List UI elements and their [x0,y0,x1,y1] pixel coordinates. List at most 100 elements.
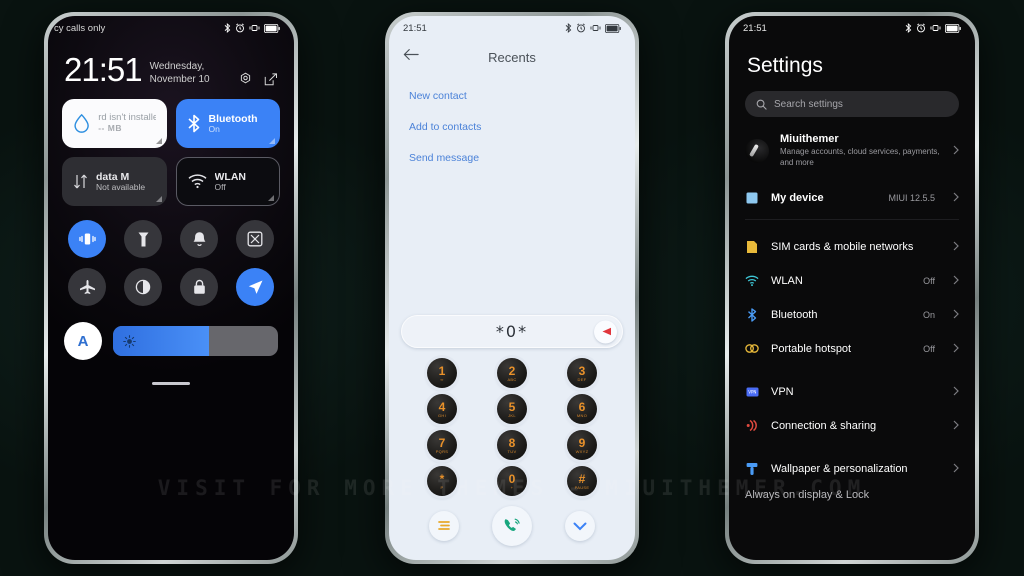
toggle-dark-mode[interactable] [124,268,162,306]
settings-rows: SIM cards & mobile networks WLAN Off Blueto… [729,230,975,486]
keypad-key-letters: WXYZ [575,448,589,454]
account-row[interactable]: Miuithemer Manage accounts, cloud servic… [729,117,975,181]
settings-row-bluetooth[interactable]: Bluetooth On [729,298,975,332]
keypad-key-4[interactable]: 4 GHI [407,394,477,424]
bluetooth-icon [224,23,231,33]
keypad-key-0[interactable]: 0 + [477,466,547,496]
keypad-key-letters: DEF [577,376,587,382]
sun-icon [123,334,136,348]
keypad-key-number: 8 [508,435,516,450]
chevron-down-icon[interactable] [564,511,595,541]
keypad-key-letters: ABC [507,376,517,382]
bell-icon [193,231,205,246]
tile-corner-icon [155,138,162,144]
vibrate-icon [590,25,601,31]
toggle-silent[interactable] [180,220,218,258]
settings-row-my-device[interactable]: My device MIUI 12.5.5 [729,181,975,215]
chevron-right-icon [953,238,959,256]
account-subtitle: Manage accounts, cloud services, payment… [780,147,940,167]
back-arrow-icon[interactable] [403,48,419,66]
keypad-key-number: 4 [438,399,446,414]
settings-row-value: MIUI 12.5.5 [888,192,935,203]
keypad-key-number: 7 [438,435,446,450]
settings-gear-icon[interactable] [238,72,253,87]
search-input[interactable]: Search settings [745,91,959,117]
toggle-airplane[interactable] [68,268,106,306]
status-icons [905,23,961,33]
toggle-lock[interactable] [180,268,218,306]
battery-icon [264,23,280,33]
phone-dialer: 21:51 Recents New contact Add to contact… [385,12,639,564]
settings-row-label: Connection & sharing [771,419,877,432]
status-bar: 21:51 [729,16,975,40]
keypad-key-face: 2 ABC [497,358,527,388]
keypad-key-face: 3 DEF [567,358,597,388]
settings-row-label: Portable hotspot [771,342,852,355]
carrier-label: cy calls only [54,22,106,34]
battery-icon [945,23,961,33]
menu-list-icon[interactable] [429,511,460,541]
bluetooth-icon [905,23,912,33]
keypad-key-letters: P [440,484,444,490]
brightness-fill [113,326,209,356]
settings-row-sim-cards-mobile-networks[interactable]: SIM cards & mobile networks [729,230,975,264]
toggle-flashlight[interactable] [124,220,162,258]
settings-row-wallpaper-personalization[interactable]: Wallpaper & personalization [729,452,975,486]
keypad-key-#[interactable]: # PAUSE [547,466,617,496]
keypad-key-8[interactable]: 8 TUV [477,430,547,460]
keypad-key-5[interactable]: 5 JKL [477,394,547,424]
keypad-key-letters: GHI [437,412,446,418]
tile-corner-icon [155,196,162,202]
tile-title: WLAN [214,170,247,183]
keypad-key-7[interactable]: 7 PQRS [407,430,477,460]
keypad-key-2[interactable]: 2 ABC [477,358,547,388]
settings-row-connection-sharing[interactable]: Connection & sharing [729,409,975,443]
clock-time: 21:51 [64,51,143,88]
keypad-key-1[interactable]: 1 ∞ [407,358,477,388]
alarm-icon [917,23,925,33]
avatar [745,138,769,163]
brightness-slider[interactable] [113,326,278,356]
action-add-to-contacts[interactable]: Add to contacts [409,121,615,133]
status-icons [224,23,280,33]
svg-text:VPN: VPN [748,389,756,394]
keypad-key-face: 6 MNO [567,394,597,424]
toggle-screenshot[interactable] [236,220,274,258]
dial-input-row[interactable]: *0* [401,315,623,348]
settings-row-label: SIM cards & mobile networks [771,240,914,253]
status-bar: 21:51 [389,16,635,40]
keypad-key-face: 0 + [497,466,527,496]
sim-icon [745,240,759,254]
dialer-bottom-bar [389,496,635,560]
tile-title: Bluetooth [208,112,258,125]
keypad-key-3[interactable]: 3 DEF [547,358,617,388]
toggle-location[interactable] [236,268,274,306]
action-send-message[interactable]: Send message [409,152,615,164]
tile-wlan[interactable]: WLAN Off [175,157,280,206]
vibrate-icon [930,25,941,31]
tile-data-usage[interactable]: rd isn't installe -- MB [62,99,167,148]
airplane-icon [79,279,95,294]
settings-row-portable-hotspot[interactable]: Portable hotspot Off [729,332,975,366]
settings-row-cutoff[interactable]: Always on display & Lock [729,489,975,501]
settings-row-wlan[interactable]: WLAN Off [729,264,975,298]
call-icon[interactable] [491,506,532,546]
keypad-key-letters: PAUSE [574,484,590,490]
settings-row-vpn[interactable]: VPN VPN [729,375,975,409]
action-new-contact[interactable]: New contact [409,90,615,102]
toggle-vibrate[interactable] [68,220,106,258]
edit-icon[interactable] [263,72,278,87]
keypad-key-*[interactable]: * P [407,466,477,496]
tile-mobile-data[interactable]: data M Not available [62,157,167,206]
keypad-key-6[interactable]: 6 MNO [547,394,617,424]
keypad-key-number: 9 [578,435,586,450]
auto-brightness-button[interactable]: A [64,322,102,360]
backspace-icon[interactable] [594,320,617,343]
screenshot-icon [247,231,263,247]
tile-bluetooth[interactable]: Bluetooth On [175,99,280,148]
settings-group-gap [729,366,975,375]
keypad-key-face: 4 GHI [427,394,457,424]
home-indicator[interactable] [152,382,190,385]
keypad-key-9[interactable]: 9 WXYZ [547,430,617,460]
section-divider [745,218,959,220]
